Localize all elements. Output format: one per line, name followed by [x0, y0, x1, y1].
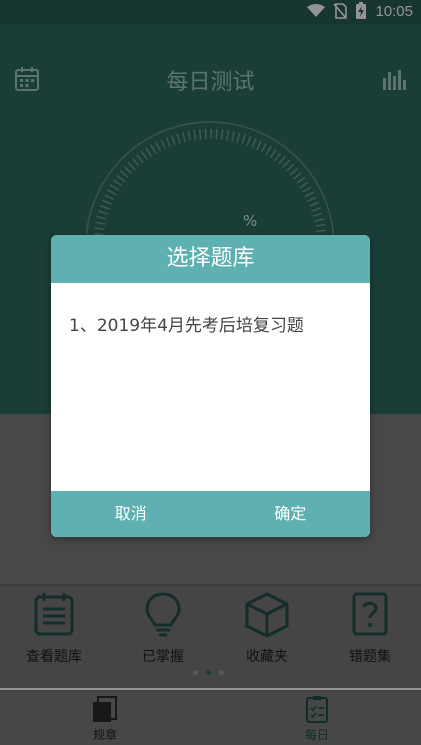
dialog-actions: 取消 确定 [51, 491, 370, 537]
dialog-body: 1、2019年4月先考后培复习题 [51, 283, 370, 491]
dialog-title: 选择题库 [51, 235, 370, 283]
cancel-button[interactable]: 取消 [51, 491, 211, 537]
confirm-button[interactable]: 确定 [211, 491, 371, 537]
select-bank-dialog: 选择题库 1、2019年4月先考后培复习题 取消 确定 [51, 235, 370, 537]
question-bank-item[interactable]: 1、2019年4月先考后培复习题 [69, 311, 352, 336]
